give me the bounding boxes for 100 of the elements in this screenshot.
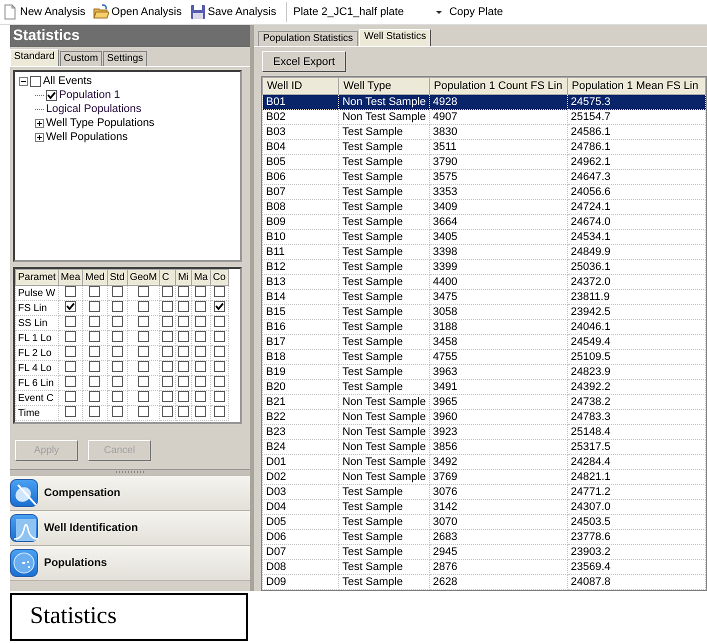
checkbox[interactable] [89,331,100,342]
checkbox[interactable] [214,391,225,402]
checkbox[interactable] [112,391,123,402]
checkbox[interactable] [89,286,100,297]
checkbox[interactable] [89,406,100,417]
checkbox[interactable] [195,316,206,327]
tab[interactable]: Population Statistics [258,31,358,46]
checkbox[interactable] [195,331,206,342]
expand-icon[interactable] [35,118,44,128]
checkbox[interactable] [112,346,123,357]
checkbox[interactable] [138,406,149,417]
checkbox[interactable] [178,406,189,417]
checkbox[interactable] [214,406,225,417]
checkbox[interactable] [178,301,189,312]
checkbox[interactable] [65,301,76,312]
tab[interactable]: Settings [103,51,148,66]
tab[interactable]: Well Statistics [359,29,432,46]
checkbox[interactable] [89,361,100,372]
checkbox[interactable] [112,331,123,342]
checkbox[interactable] [195,361,206,372]
column-header[interactable]: Population 1 Count FS Lin [429,78,568,94]
checkbox[interactable] [65,406,76,417]
toolbar-button[interactable]: New Analysis [0,2,88,22]
toolbar-button[interactable]: Open Analysis [91,2,184,22]
tree-item[interactable]: Logical Populations [46,103,142,115]
checkbox[interactable] [65,391,76,402]
checkbox[interactable] [138,331,149,342]
checkbox[interactable] [214,331,225,342]
nav-item[interactable]: Compensation [10,476,250,511]
tree-item[interactable]: Well Type Populations [46,117,154,129]
column-header[interactable]: Well ID [262,78,339,94]
checkbox[interactable] [178,286,189,297]
checkbox[interactable] [65,376,76,387]
checkbox[interactable] [195,286,206,297]
checkbox[interactable] [65,316,76,327]
checkbox[interactable] [65,331,76,342]
checkbox[interactable] [138,301,149,312]
checkbox[interactable] [89,376,100,387]
checkbox[interactable] [195,301,206,312]
checkbox[interactable] [65,361,76,372]
checkbox[interactable] [195,346,206,357]
checkbox[interactable] [162,301,173,312]
checkbox[interactable] [162,361,173,372]
checkbox[interactable] [214,316,225,327]
checkbox[interactable] [162,346,173,357]
checkbox[interactable] [112,286,123,297]
copy-plate-button[interactable]: Copy Plate [447,2,506,22]
checkbox[interactable] [162,286,173,297]
checkbox[interactable] [138,391,149,402]
checkbox[interactable] [178,346,189,357]
checkbox[interactable] [162,406,173,417]
checkbox[interactable] [178,361,189,372]
checkbox[interactable] [112,301,123,312]
checkbox[interactable] [162,391,173,402]
nav-item[interactable]: Well Identification [10,511,250,546]
checkbox[interactable] [46,90,57,100]
checkbox[interactable] [214,301,225,312]
checkbox[interactable] [195,391,206,402]
splitter-grip-icon[interactable] [115,470,145,474]
checkbox[interactable] [89,316,100,327]
checkbox[interactable] [112,406,123,417]
checkbox[interactable] [138,286,149,297]
checkbox[interactable] [214,361,225,372]
checkbox[interactable] [195,376,206,387]
checkbox[interactable] [178,316,189,327]
checkbox[interactable] [178,331,189,342]
tree-item[interactable]: Population 1 [59,89,120,101]
tab[interactable]: Standard [10,49,59,66]
toolbar-button[interactable]: Save Analysis [188,2,278,22]
checkbox[interactable] [30,76,41,86]
checkbox[interactable] [89,301,100,312]
checkbox[interactable] [195,406,206,417]
tree-item[interactable]: Well Populations [46,131,128,143]
expand-icon[interactable] [35,132,44,142]
column-header[interactable]: Well Type [338,78,430,94]
checkbox[interactable] [178,391,189,402]
checkbox[interactable] [89,391,100,402]
collapse-icon[interactable] [19,76,28,86]
nav-item[interactable]: Populations [10,546,250,581]
checkbox[interactable] [162,331,173,342]
checkbox[interactable] [214,376,225,387]
checkbox[interactable] [138,316,149,327]
checkbox[interactable] [112,376,123,387]
checkbox[interactable] [214,286,225,297]
excel-export-button[interactable]: Excel Export [262,51,346,72]
checkbox[interactable] [112,361,123,372]
tab[interactable]: Custom [60,51,102,66]
column-header[interactable]: Population 1 Mean FS Lin [567,78,706,94]
checkbox[interactable] [138,346,149,357]
checkbox[interactable] [162,316,173,327]
checkbox[interactable] [178,376,189,387]
checkbox[interactable] [214,346,225,357]
plate-dropdown[interactable]: Plate 2_JC1_half plate [286,2,444,22]
checkbox[interactable] [138,376,149,387]
checkbox[interactable] [65,346,76,357]
tree-item[interactable]: All Events [43,75,92,87]
checkbox[interactable] [162,376,173,387]
checkbox[interactable] [112,316,123,327]
checkbox[interactable] [65,286,76,297]
checkbox[interactable] [138,361,149,372]
